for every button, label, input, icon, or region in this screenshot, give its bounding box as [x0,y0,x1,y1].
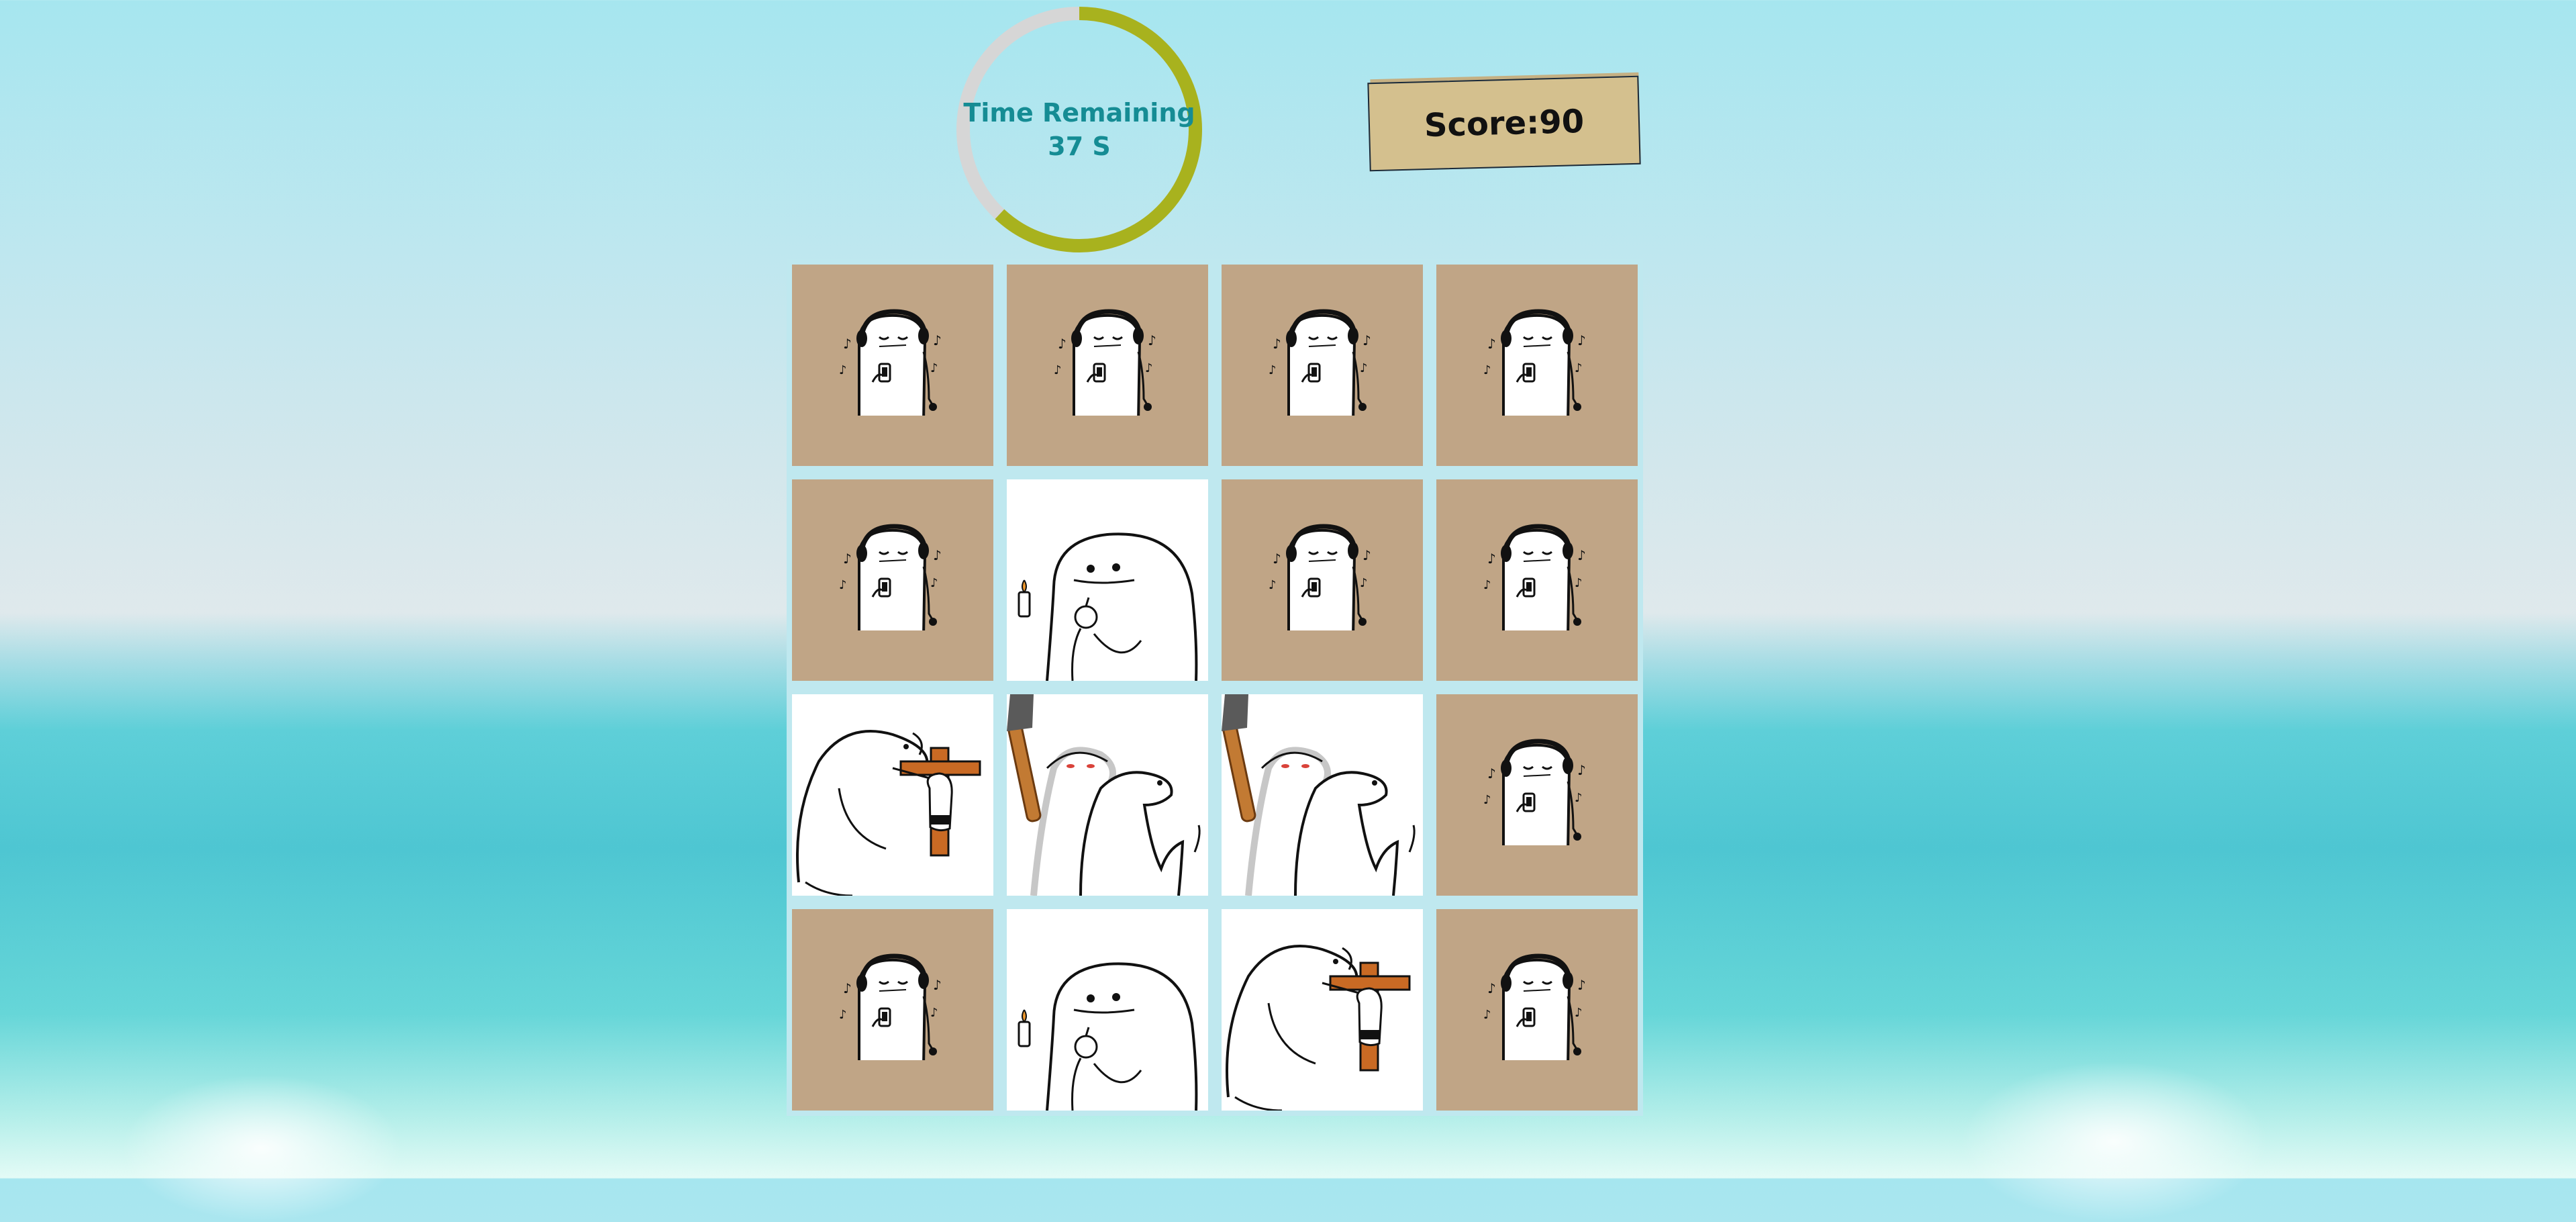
blob-with-crucifix-icon [792,694,993,896]
memory-card-face-down[interactable] [1436,909,1638,1111]
water-glare [1960,1061,2269,1222]
memory-card-face-down[interactable] [792,909,993,1111]
memory-card-face-up[interactable] [1007,694,1208,896]
blob-with-axe-icon [1222,694,1423,896]
blob-with-axe-icon [1007,694,1208,896]
score-display: Score:90 [1367,75,1641,172]
memory-card-grid [787,259,1643,1116]
time-remaining-timer: Time Remaining 37 S [952,2,1207,257]
music-listener-icon [1007,265,1208,466]
memory-card-face-up[interactable] [1222,909,1423,1111]
music-listener-icon [1436,479,1638,681]
memory-card-face-up[interactable] [792,694,993,896]
memory-card-face-up[interactable] [1007,909,1208,1111]
timer-text: Time Remaining 37 S [952,2,1207,257]
water-glare [121,1074,403,1222]
music-listener-icon [1222,265,1423,466]
music-listener-icon [1436,909,1638,1111]
blob-holding-candle-and-bomb-icon [1007,909,1208,1111]
memory-card-face-down[interactable] [1222,479,1423,681]
music-listener-icon [1436,265,1638,466]
blob-holding-candle-and-bomb-icon [1007,479,1208,681]
memory-card-face-up[interactable] [1222,694,1423,896]
memory-card-face-down[interactable] [1436,694,1638,896]
timer-value: 37 S [1048,132,1111,161]
timer-label: Time Remaining [963,98,1195,128]
memory-card-face-up[interactable] [1007,479,1208,681]
memory-card-face-down[interactable] [1436,479,1638,681]
music-listener-icon [792,909,993,1111]
memory-card-face-down[interactable] [792,479,993,681]
score-text: Score:90 [1424,102,1585,145]
music-listener-icon [792,479,993,681]
music-listener-icon [1222,479,1423,681]
music-listener-icon [1436,694,1638,896]
memory-card-face-down[interactable] [1436,265,1638,466]
blob-with-crucifix-icon [1222,909,1423,1111]
memory-card-face-down[interactable] [792,265,993,466]
music-listener-icon [792,265,993,466]
memory-card-face-down[interactable] [1007,265,1208,466]
memory-card-face-down[interactable] [1222,265,1423,466]
